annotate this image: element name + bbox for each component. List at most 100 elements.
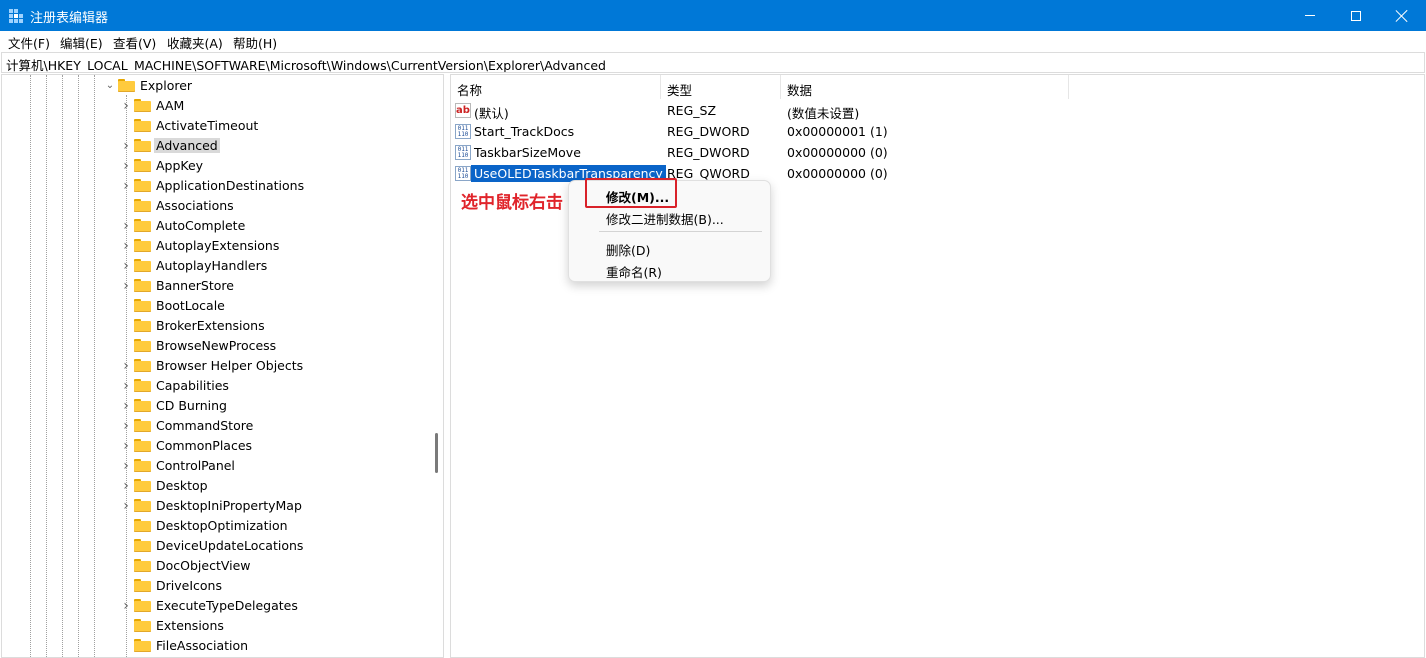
tree-item-label: DesktopIniPropertyMap (156, 498, 302, 513)
tree-item[interactable]: › ControlPanel (2, 456, 432, 476)
chevron-right-icon[interactable]: › (121, 159, 131, 173)
chevron-right-icon[interactable]: › (121, 239, 131, 253)
tree-item[interactable]: › ApplicationDestinations (2, 176, 432, 196)
folder-icon (134, 479, 151, 492)
menu-help[interactable]: 帮助(H) (233, 33, 277, 52)
tree-item[interactable]: › AutoComplete (2, 216, 432, 236)
tree-item[interactable]: BrokerExtensions (2, 316, 432, 336)
value-type: REG_QWORD (667, 166, 750, 181)
tree-item[interactable]: DeviceUpdateLocations (2, 536, 432, 556)
folder-icon (134, 239, 151, 252)
column-header-data[interactable]: 数据 (781, 75, 1069, 99)
folder-icon (134, 99, 151, 112)
chevron-right-icon[interactable]: › (121, 259, 131, 273)
title-bar: 注册表编辑器 (0, 0, 1426, 31)
value-row[interactable]: 011 110 TaskbarSizeMove REG_DWORD 0x00000000… (451, 142, 1424, 163)
tree-item[interactable]: DriveIcons (2, 576, 432, 596)
values-list-pane[interactable]: 名称 类型 数据 ab (默认) REG_SZ (数值未设置) 011 110 Start_… (450, 74, 1425, 658)
tree-item-label: AutoComplete (156, 218, 246, 233)
tree-item[interactable]: Extensions (2, 616, 432, 636)
tree-item[interactable]: › AutoplayHandlers (2, 256, 432, 276)
tree-item[interactable]: BrowseNewProcess (2, 336, 432, 356)
folder-icon (134, 619, 151, 632)
tree-item[interactable]: › Advanced (2, 136, 432, 156)
tree-item-label: DesktopOptimization (156, 518, 288, 533)
chevron-right-icon[interactable]: › (121, 399, 131, 413)
folder-icon (134, 299, 151, 312)
folder-icon (134, 459, 151, 472)
value-row[interactable]: ab (默认) REG_SZ (数值未设置) (451, 100, 1424, 121)
tree-item[interactable]: › AAM (2, 96, 432, 116)
chevron-right-icon[interactable]: › (121, 179, 131, 193)
chevron-right-icon[interactable]: › (121, 379, 131, 393)
tree-item-explorer[interactable]: ⌄ Explorer (2, 76, 432, 96)
binary-value-icon: 011 110 (455, 166, 471, 181)
chevron-right-icon[interactable]: › (121, 359, 131, 373)
tree-item-label: Associations (156, 198, 234, 213)
tree-item[interactable]: › AutoplayExtensions (2, 236, 432, 256)
tree-item[interactable]: › CommandStore (2, 416, 432, 436)
tree-item[interactable]: › BannerStore (2, 276, 432, 296)
folder-icon (134, 339, 151, 352)
context-menu-rename[interactable]: 重命名(R) (606, 262, 662, 281)
tree-item-label: ControlPanel (156, 458, 235, 473)
tree-item-label: AutoplayHandlers (156, 258, 268, 273)
tree-item[interactable]: DesktopOptimization (2, 516, 432, 536)
tree-item[interactable]: › CD Burning (2, 396, 432, 416)
chevron-right-icon[interactable]: › (121, 219, 131, 233)
tree-item[interactable]: › Desktop (2, 476, 432, 496)
folder-icon (134, 179, 151, 192)
folder-icon (134, 319, 151, 332)
chevron-right-icon[interactable]: › (121, 279, 131, 293)
tree-item[interactable]: › AppKey (2, 156, 432, 176)
menu-favorites[interactable]: 收藏夹(A) (167, 33, 223, 52)
tree-item[interactable]: › DesktopIniPropertyMap (2, 496, 432, 516)
tree-item-label: Explorer (140, 78, 193, 93)
chevron-right-icon[interactable]: › (121, 419, 131, 433)
chevron-right-icon[interactable]: › (121, 499, 131, 513)
column-header-name[interactable]: 名称 (451, 75, 661, 99)
value-type: REG_DWORD (667, 124, 750, 139)
column-header-type[interactable]: 类型 (661, 75, 781, 99)
folder-icon (118, 79, 135, 92)
tree-item-label: AutoplayExtensions (156, 238, 280, 253)
highlight-box (585, 178, 677, 208)
chevron-right-icon[interactable]: › (121, 99, 131, 113)
registry-editor-icon (9, 9, 23, 23)
value-row[interactable]: 011 110 Start_TrackDocs REG_DWORD 0x00000001… (451, 121, 1424, 142)
tree-item[interactable]: BootLocale (2, 296, 432, 316)
tree-item[interactable]: ActivateTimeout (2, 116, 432, 136)
close-button[interactable] (1379, 0, 1425, 31)
chevron-right-icon[interactable]: › (121, 439, 131, 453)
close-icon (1396, 10, 1408, 22)
key-tree-pane[interactable]: ⌄ Explorer › AAM ActivateTimeout › Advanced ›… (1, 74, 444, 658)
tree-scrollbar-thumb[interactable] (435, 433, 438, 473)
context-menu-modify-binary[interactable]: 修改二进制数据(B)... (606, 209, 724, 228)
address-bar[interactable]: 计算机\HKEY_LOCAL_MACHINE\SOFTWARE\Microsof… (1, 52, 1425, 73)
menu-edit[interactable]: 编辑(E) (60, 33, 103, 52)
folder-icon (134, 399, 151, 412)
tree-item-label: Extensions (156, 618, 224, 633)
tree-item[interactable]: Associations (2, 196, 432, 216)
chevron-right-icon[interactable]: › (121, 479, 131, 493)
minimize-button[interactable] (1287, 0, 1333, 31)
menu-file[interactable]: 文件(F) (8, 33, 50, 52)
context-menu-delete[interactable]: 删除(D) (606, 240, 650, 259)
tree-item[interactable]: DocObjectView (2, 556, 432, 576)
tree-item[interactable]: › ExecuteTypeDelegates (2, 596, 432, 616)
maximize-button[interactable] (1333, 0, 1379, 31)
tree-item-label: DriveIcons (156, 578, 222, 593)
tree-item[interactable]: › Capabilities (2, 376, 432, 396)
chevron-right-icon[interactable]: › (121, 459, 131, 473)
chevron-right-icon[interactable]: › (121, 139, 131, 153)
chevron-down-icon[interactable]: ⌄ (105, 80, 115, 92)
tree-item[interactable]: › CommonPlaces (2, 436, 432, 456)
chevron-right-icon[interactable]: › (121, 599, 131, 613)
folder-icon (134, 219, 151, 232)
folder-icon (134, 279, 151, 292)
menu-view[interactable]: 查看(V) (113, 33, 156, 52)
folder-icon (134, 539, 151, 552)
tree-item[interactable]: › Browser Helper Objects (2, 356, 432, 376)
tree-item[interactable]: FileAssociation (2, 636, 432, 656)
tree-item-label: ActivateTimeout (156, 118, 259, 133)
